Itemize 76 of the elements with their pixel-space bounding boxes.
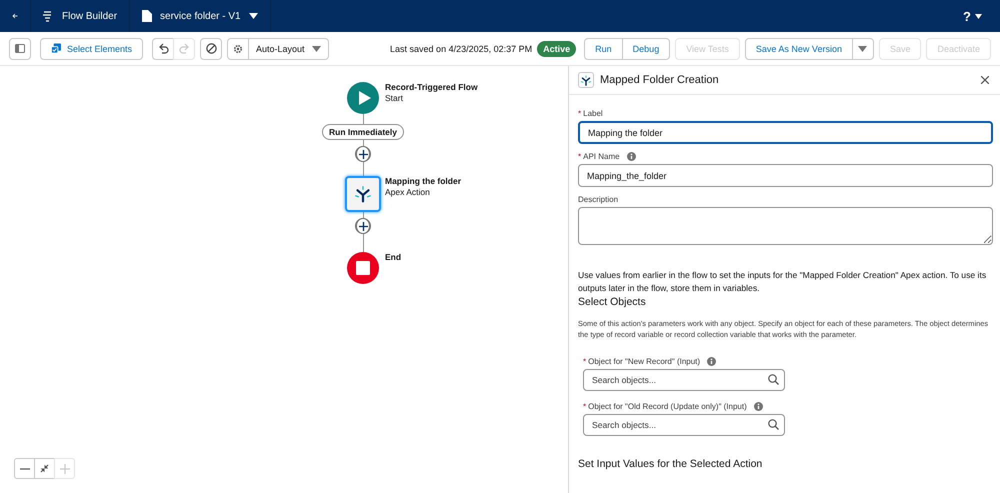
zoom-out-button[interactable] xyxy=(14,458,35,479)
search-field[interactable]: Search objects... xyxy=(583,414,785,436)
redo-icon xyxy=(178,43,190,54)
start-node[interactable] xyxy=(347,82,379,114)
connector-line xyxy=(362,140,364,146)
undo-button[interactable] xyxy=(152,38,174,60)
connector-line xyxy=(362,162,364,176)
section-heading: Select Objects xyxy=(578,296,647,308)
document-icon xyxy=(142,10,152,22)
node-title: Mapping the folder xyxy=(385,176,462,187)
node-title: End xyxy=(385,252,402,263)
minus-icon xyxy=(20,468,30,470)
save-options-button[interactable] xyxy=(852,38,874,60)
required-mark: * xyxy=(583,357,586,366)
plus-icon xyxy=(60,464,70,474)
close-icon xyxy=(981,76,989,84)
add-element-button[interactable] xyxy=(356,146,370,162)
field-label: Object for "New Record" (Input) xyxy=(588,357,700,366)
checkbox-stack-icon xyxy=(51,43,61,54)
fit-view-button[interactable] xyxy=(34,458,55,479)
flow-name-menu[interactable]: service folder - V1 xyxy=(130,0,271,32)
toolbar-button[interactable]: Debug xyxy=(622,38,670,60)
caret-icon xyxy=(312,46,321,52)
input-field[interactable]: Mapping the folder xyxy=(578,121,993,144)
input-field[interactable]: Mapping_the_folder xyxy=(578,164,993,187)
collapse-arrows-icon xyxy=(40,464,49,473)
node-subtitle: Start xyxy=(385,92,404,104)
node-title: Record-Triggered Flow xyxy=(385,82,478,93)
field-label: Label xyxy=(583,109,603,118)
plus-icon xyxy=(358,150,368,158)
search-icon xyxy=(768,419,779,430)
settings-icon xyxy=(233,44,243,54)
apex-icon xyxy=(352,183,374,205)
toolbar-button[interactable]: Save As New Version xyxy=(744,38,853,60)
status-badge: Active xyxy=(537,40,576,56)
required-mark: * xyxy=(578,152,582,161)
field-label: Object for "Old Record (Update only)" (Input) xyxy=(588,402,747,412)
help-menu[interactable]: ? xyxy=(945,0,1000,32)
layout-dropdown[interactable]: Auto-Layout xyxy=(248,38,329,60)
text-area[interactable] xyxy=(578,207,993,245)
search-icon xyxy=(768,374,779,386)
flow-icon xyxy=(41,10,53,22)
intro-text: Use values from earlier in the flow to set the inputs for the "Mapped Folder Creation" Apex action. To use its outputs later in the flow, store them in variables. xyxy=(578,269,988,296)
select-elements-button[interactable]: Select Elements xyxy=(40,38,143,60)
caret-icon xyxy=(248,13,258,19)
search-field[interactable]: Search objects... xyxy=(583,369,785,392)
add-element-button[interactable] xyxy=(356,218,370,234)
panel-title: Mapped Folder Creation xyxy=(600,74,720,86)
field-label: Description xyxy=(578,195,618,204)
connector-line xyxy=(362,212,364,218)
settings-button[interactable] xyxy=(227,38,249,60)
caret-icon xyxy=(975,14,982,18)
caret-icon xyxy=(858,46,868,52)
section-heading: Set Input Values for the Selected Action xyxy=(578,458,764,470)
last-saved-text: Last saved on 4/23/2025, 02:37 PM xyxy=(390,44,532,54)
required-mark: * xyxy=(583,402,586,412)
required-mark: * xyxy=(578,109,582,118)
close-button[interactable] xyxy=(979,74,991,86)
undo-icon xyxy=(158,43,168,54)
connector-label: Run Immediately xyxy=(322,124,404,140)
sidebar-icon xyxy=(15,44,25,53)
toolbar-button[interactable]: Run xyxy=(584,38,623,60)
stop-icon xyxy=(356,261,370,275)
plus-icon xyxy=(358,222,368,230)
panel-toggle-button[interactable] xyxy=(9,38,31,60)
connector-line xyxy=(362,234,364,252)
play-icon xyxy=(358,91,370,105)
apex-action-node[interactable] xyxy=(345,176,381,212)
app-name: Flow Builder xyxy=(62,10,118,22)
end-node[interactable] xyxy=(347,252,379,284)
connector-line xyxy=(362,114,364,124)
field-label: API Name xyxy=(583,152,620,161)
apex-icon xyxy=(578,72,594,88)
node-subtitle: Apex Action xyxy=(385,186,431,198)
hide-button[interactable] xyxy=(200,38,222,60)
prohibit-icon xyxy=(206,43,216,54)
